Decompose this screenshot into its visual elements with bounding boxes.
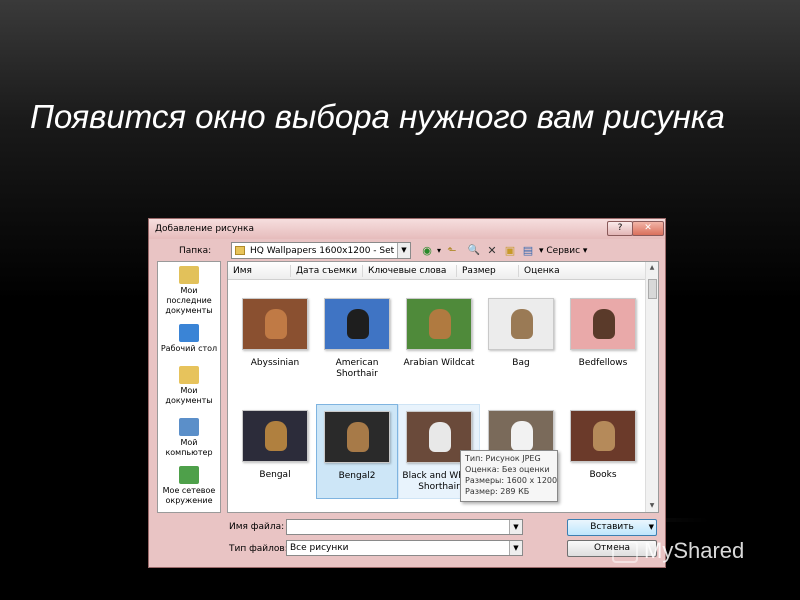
cat-photo-shape (593, 309, 615, 339)
thumbnail-image (242, 410, 308, 462)
place-label: Рабочий стол (160, 344, 218, 353)
file-item-label: Arabian Wildcat (403, 358, 475, 368)
file-item[interactable]: Books (562, 404, 644, 499)
logo-icon (612, 541, 638, 564)
folder-value: HQ Wallpapers 1600x1200 - Set #1 C... (250, 246, 398, 256)
file-item[interactable]: Bengal2 (316, 404, 398, 499)
watermark-text: MyShared (644, 538, 745, 563)
thumbnail-image (242, 298, 308, 350)
thumbnail-image (406, 298, 472, 350)
scroll-thumb[interactable] (648, 279, 657, 299)
chevron-down-icon[interactable]: ▼ (397, 243, 410, 258)
cat-photo-shape (429, 309, 451, 339)
file-item[interactable]: Bedfellows (562, 292, 644, 387)
tooltip-rating: Оценка: Без оценки (465, 465, 550, 474)
chevron-down-icon[interactable]: ▼ (509, 541, 522, 555)
place-label: Мое сетевое окружение (162, 486, 216, 505)
file-item-label: Bengal (259, 470, 291, 480)
column-size[interactable]: Размер (456, 265, 518, 277)
insert-button[interactable]: Вставить ▼ (567, 519, 657, 536)
chevron-down-icon[interactable]: ▼ (509, 520, 522, 534)
tooltip-type: Тип: Рисунок JPEG (465, 454, 541, 463)
insert-picture-dialog: Добавление рисунка ? ✕ Папка: HQ Wallpap… (148, 218, 666, 568)
filename-input[interactable]: ▼ (286, 519, 523, 535)
delete-icon[interactable]: ✕ (485, 244, 499, 258)
cat-photo-shape (429, 422, 451, 452)
file-item[interactable]: Abyssinian (234, 292, 316, 387)
place-my-documents[interactable]: Мои документы (158, 366, 220, 406)
column-rating[interactable]: Оценка (518, 265, 590, 277)
file-item[interactable]: Bengal (234, 404, 316, 499)
thumbnail-image (570, 298, 636, 350)
file-item-label: Bag (512, 358, 530, 368)
file-item-label: Books (589, 470, 617, 480)
column-header: Имя Дата съемки Ключевые слова Размер Оц… (228, 262, 646, 280)
places-bar: Мои последние документы Рабочий стол Мои… (157, 261, 221, 513)
slide-title: Появится окно выбора нужного вам рисунка (30, 98, 725, 135)
dialog-title: Добавление рисунка (155, 224, 254, 234)
filetype-value: Все рисунки (290, 543, 349, 553)
filetype-label: Тип файлов: (229, 544, 288, 554)
cat-photo-shape (265, 421, 287, 451)
scroll-down-icon[interactable]: ▼ (646, 500, 658, 512)
scroll-up-icon[interactable]: ▲ (646, 262, 658, 274)
cat-photo-shape (511, 309, 533, 339)
column-keywords[interactable]: Ключевые слова (362, 265, 456, 277)
place-network[interactable]: Мое сетевое окружение (158, 466, 220, 506)
cat-photo-shape (347, 309, 369, 339)
folder-select[interactable]: HQ Wallpapers 1600x1200 - Set #1 C... ▼ (231, 242, 411, 259)
tooltip-size: Размер: 289 КБ (465, 487, 530, 496)
close-button[interactable]: ✕ (632, 221, 664, 236)
cat-photo-shape (347, 422, 369, 452)
my-computer-icon (179, 418, 199, 436)
thumbnail-image (570, 410, 636, 462)
recent-docs-icon (179, 266, 199, 284)
new-folder-icon[interactable]: ▣ (503, 244, 517, 258)
dialog-titlebar[interactable]: Добавление рисунка ? ✕ (149, 219, 665, 239)
up-folder-icon[interactable]: ⬑ (445, 244, 459, 258)
filename-label: Имя файла: (229, 522, 285, 532)
thumbnail-image (324, 411, 390, 463)
folder-icon (235, 246, 245, 255)
cat-photo-shape (511, 421, 533, 451)
place-my-computer[interactable]: Мой компьютер (158, 418, 220, 458)
file-item-label: American Shorthair (335, 358, 379, 379)
back-icon[interactable]: ◉ (421, 244, 433, 258)
thumbnail-image (324, 298, 390, 350)
column-date-taken[interactable]: Дата съемки (290, 265, 362, 277)
back-dropdown-icon[interactable]: ▾ (435, 244, 443, 258)
desktop-icon (179, 324, 199, 342)
insert-label: Вставить (590, 522, 634, 532)
file-item[interactable]: American Shorthair (316, 292, 398, 387)
help-button[interactable]: ? (607, 221, 633, 236)
file-item[interactable]: Arabian Wildcat (398, 292, 480, 387)
file-item-label: Bengal2 (338, 471, 376, 481)
folder-label: Папка: (179, 246, 212, 256)
vertical-scrollbar[interactable]: ▲ ▼ (645, 262, 658, 512)
watermark: MyShared (612, 538, 744, 564)
place-label: Мои документы (165, 386, 213, 405)
file-info-tooltip: Тип: Рисунок JPEG Оценка: Без оценки Раз… (460, 450, 558, 502)
file-list[interactable]: Имя Дата съемки Ключевые слова Размер Оц… (227, 261, 659, 513)
views-icon[interactable]: ▤ (521, 244, 535, 258)
chevron-down-icon[interactable]: ▼ (649, 520, 654, 535)
dialog-toolbar: Папка: HQ Wallpapers 1600x1200 - Set #1 … (149, 239, 665, 263)
network-icon (179, 466, 199, 484)
my-documents-icon (179, 366, 199, 384)
file-item-label: Abyssinian (250, 358, 300, 368)
file-item-label: Bedfellows (578, 358, 628, 368)
file-item[interactable]: Bag (480, 292, 562, 387)
place-label: Мои последние документы (165, 286, 213, 315)
place-label: Мой компьютер (165, 438, 213, 457)
place-recent[interactable]: Мои последние документы (158, 266, 220, 316)
cat-photo-shape (265, 309, 287, 339)
search-web-icon[interactable]: 🔍 (467, 244, 481, 258)
cat-photo-shape (593, 421, 615, 451)
tooltip-dimensions: Размеры: 1600 x 1200 (465, 476, 558, 485)
thumbnail-image (488, 298, 554, 350)
filetype-select[interactable]: Все рисунки ▼ (286, 540, 523, 556)
tools-menu[interactable]: ▾ Сервис ▾ (539, 246, 587, 256)
column-name[interactable]: Имя (228, 265, 285, 277)
place-desktop[interactable]: Рабочий стол (158, 324, 220, 354)
